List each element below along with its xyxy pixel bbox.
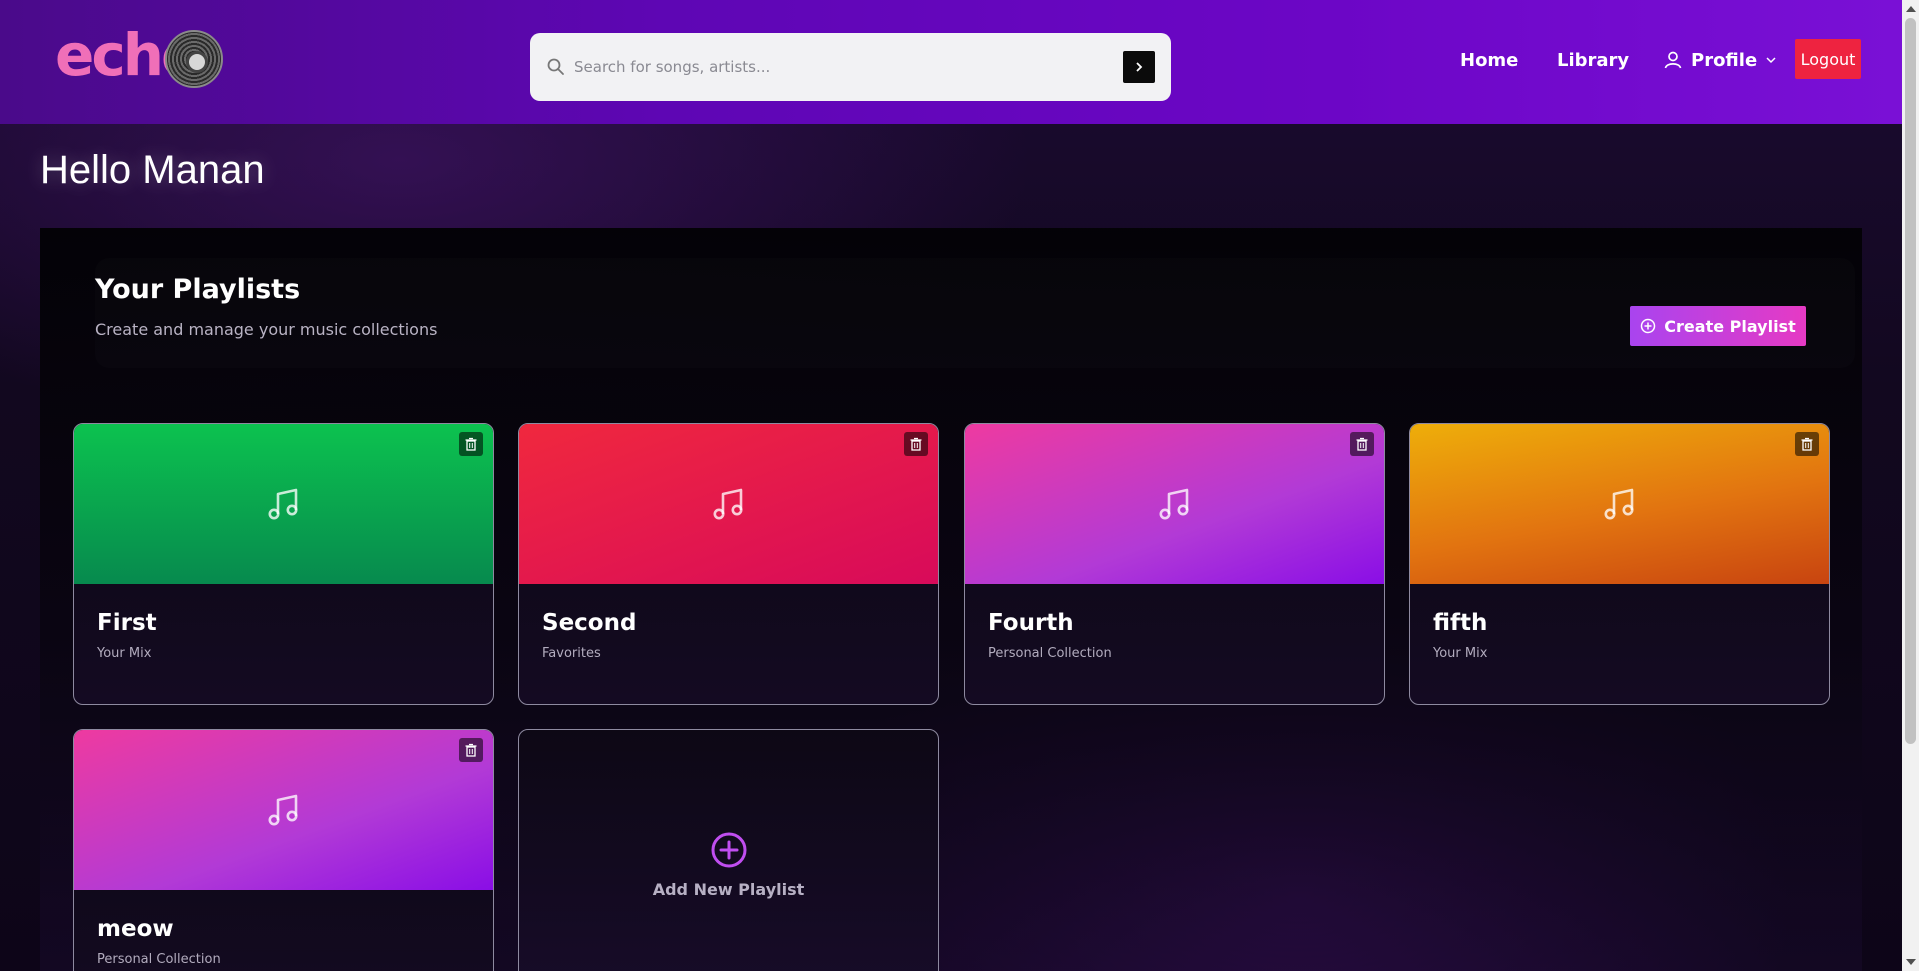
search-icon xyxy=(547,58,564,75)
playlist-type: Favorites xyxy=(542,646,601,661)
chevron-down-icon xyxy=(1766,57,1776,64)
plus-circle-icon xyxy=(711,832,747,868)
playlist-card[interactable]: First Your Mix xyxy=(73,423,494,705)
playlist-type: Your Mix xyxy=(97,646,152,661)
profile-label: Profile xyxy=(1691,49,1758,71)
scroll-up-arrow-icon[interactable] xyxy=(1906,6,1916,12)
playlist-name: fifth xyxy=(1433,610,1488,636)
playlists-header: Your Playlists Create and manage your mu… xyxy=(95,258,1855,368)
trash-icon xyxy=(1356,437,1368,451)
create-playlist-label: Create Playlist xyxy=(1664,316,1796,336)
playlist-type: Personal Collection xyxy=(988,646,1112,661)
echo-logo[interactable]: echo xyxy=(55,24,223,90)
section-subtitle: Create and manage your music collections xyxy=(95,320,438,339)
playlist-card[interactable]: fifth Your Mix xyxy=(1409,423,1830,705)
playlist-name: Fourth xyxy=(988,610,1074,636)
trash-icon xyxy=(1801,437,1813,451)
scroll-thumb[interactable] xyxy=(1905,18,1916,744)
playlist-name: Second xyxy=(542,610,637,636)
delete-playlist-button[interactable] xyxy=(1350,432,1374,456)
search-submit-button[interactable] xyxy=(1123,51,1155,83)
trash-icon xyxy=(910,437,922,451)
playlist-cover xyxy=(74,424,493,584)
playlist-type: Personal Collection xyxy=(97,952,221,967)
playlist-cover xyxy=(965,424,1384,584)
nav-home-label: Home xyxy=(1460,49,1519,71)
greeting-heading: Hello Manan xyxy=(40,148,265,192)
music-note-icon xyxy=(1604,488,1633,520)
scroll-down-arrow-icon[interactable] xyxy=(1906,959,1916,965)
add-new-playlist-label: Add New Playlist xyxy=(652,880,805,899)
trash-icon xyxy=(465,743,477,757)
music-note-icon xyxy=(268,488,297,520)
trash-icon xyxy=(465,437,477,451)
plus-circle-icon xyxy=(1641,318,1656,334)
playlist-card[interactable]: Second Favorites xyxy=(518,423,939,705)
chevron-right-icon xyxy=(1136,62,1143,72)
delete-playlist-button[interactable] xyxy=(459,432,483,456)
playlist-card[interactable]: Fourth Personal Collection xyxy=(964,423,1385,705)
user-icon xyxy=(1664,51,1682,69)
delete-playlist-button[interactable] xyxy=(459,738,483,762)
section-title: Your Playlists xyxy=(95,274,301,305)
playlist-card[interactable]: meow Personal Collection xyxy=(73,729,494,971)
nav-library-link[interactable]: Library xyxy=(1557,40,1629,80)
profile-dropdown[interactable]: Profile xyxy=(1663,40,1777,80)
top-navigation-bar: echo Home Library Profile Logout xyxy=(0,0,1902,124)
music-note-icon xyxy=(1159,488,1188,520)
playlist-type: Your Mix xyxy=(1433,646,1488,661)
music-note-icon xyxy=(713,488,742,520)
music-note-icon xyxy=(268,794,297,826)
search-bar xyxy=(530,33,1171,101)
nav-home-link[interactable]: Home xyxy=(1460,40,1518,80)
playlist-cover xyxy=(74,730,493,890)
logout-button[interactable]: Logout xyxy=(1795,39,1861,79)
playlists-panel: Your Playlists Create and manage your mu… xyxy=(40,228,1862,971)
delete-playlist-button[interactable] xyxy=(904,432,928,456)
search-input[interactable] xyxy=(574,47,1094,87)
playlist-cover xyxy=(519,424,938,584)
playlist-cover xyxy=(1410,424,1829,584)
delete-playlist-button[interactable] xyxy=(1795,432,1819,456)
playlist-name: First xyxy=(97,610,157,636)
playlist-name: meow xyxy=(97,916,174,942)
create-playlist-button[interactable]: Create Playlist xyxy=(1630,306,1806,346)
page-scrollbar[interactable] xyxy=(1902,0,1919,971)
add-new-playlist-card[interactable]: Add New Playlist xyxy=(518,729,939,971)
vinyl-disc-icon xyxy=(165,30,223,88)
nav-library-label: Library xyxy=(1557,49,1630,71)
